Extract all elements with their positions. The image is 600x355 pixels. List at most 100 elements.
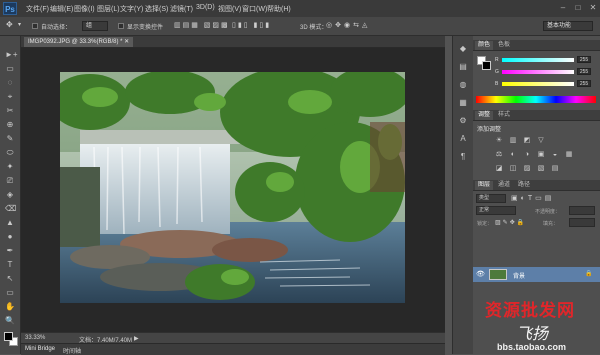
type-tool-icon[interactable]: T bbox=[5, 260, 15, 269]
menu-edit[interactable]: 编辑(E) bbox=[50, 4, 73, 14]
selective-color-icon[interactable]: ▤ bbox=[551, 165, 559, 173]
menu-window[interactable]: 窗口(W) bbox=[242, 4, 267, 14]
levels-icon[interactable]: ▥ bbox=[509, 137, 517, 145]
properties-panel-icon[interactable]: ⚙ bbox=[458, 116, 468, 126]
tab-styles[interactable]: 样式 bbox=[495, 111, 513, 120]
show-transform-checkbox[interactable] bbox=[118, 23, 124, 29]
align-icons[interactable]: ▥▤▦ ▧▨▩ bbox=[174, 21, 230, 29]
3d-panel-icon[interactable]: ◆ bbox=[458, 44, 468, 54]
hand-tool-icon[interactable]: ✋ bbox=[5, 302, 15, 311]
menu-type[interactable]: 文字(Y) bbox=[120, 4, 143, 14]
tab-swatches[interactable]: 色板 bbox=[495, 41, 513, 50]
vibrance-icon[interactable]: ⚖ bbox=[495, 151, 503, 159]
maximize-icon[interactable]: □ bbox=[571, 3, 585, 13]
dodge-tool-icon[interactable]: ● bbox=[5, 232, 15, 241]
photo-filter-icon[interactable]: ◒ bbox=[551, 151, 559, 159]
pen-tool-icon[interactable]: ✒ bbox=[5, 246, 15, 255]
history-brush-tool-icon[interactable]: ⎚ bbox=[5, 176, 15, 185]
tab-color[interactable]: 颜色 bbox=[475, 41, 494, 50]
tab-adjustments[interactable]: 调整 bbox=[475, 111, 494, 120]
invert-icon[interactable]: ◪ bbox=[495, 165, 503, 173]
lock-label: 锁定： bbox=[477, 221, 493, 227]
workspace-switcher[interactable]: 基本功能 bbox=[543, 21, 593, 31]
eraser-tool-icon[interactable]: ◈ bbox=[5, 190, 15, 199]
move-tool-icon[interactable]: ►+ bbox=[5, 50, 18, 59]
tab-channels[interactable]: 通道 bbox=[495, 181, 513, 190]
menu-filter[interactable]: 滤镜(T) bbox=[170, 4, 193, 14]
layer-row-background[interactable]: 👁 背景 🔒 bbox=[473, 267, 600, 282]
path-select-tool-icon[interactable]: ↖ bbox=[5, 274, 15, 283]
layer-thumbnail bbox=[489, 269, 507, 280]
minimize-icon[interactable]: – bbox=[556, 3, 570, 13]
marquee-tool-icon[interactable]: ▭ bbox=[5, 64, 15, 73]
layer-filter-icons[interactable]: ▣◐T▭▤ bbox=[511, 194, 554, 202]
menu-help[interactable]: 帮助(H) bbox=[267, 4, 291, 14]
status-menu-arrow-icon[interactable]: ▶ bbox=[134, 335, 139, 342]
histogram-panel-icon[interactable]: ▦ bbox=[458, 98, 468, 108]
shape-tool-icon[interactable]: ▭ bbox=[5, 288, 15, 297]
foreground-color-swatch[interactable] bbox=[4, 332, 13, 341]
layer-visibility-eye-icon[interactable]: 👁 bbox=[476, 270, 485, 278]
opacity-field[interactable] bbox=[569, 206, 595, 215]
3d-mode-icons[interactable]: ◎✥◉⇆◬ bbox=[326, 21, 370, 29]
r-slider[interactable] bbox=[502, 58, 574, 62]
blend-mode-dropdown[interactable]: 正常 bbox=[476, 206, 516, 215]
g-value[interactable]: 255 bbox=[577, 68, 591, 75]
layer-name[interactable]: 背景 bbox=[513, 271, 525, 280]
tool-preset-chevron-icon[interactable]: ▾ bbox=[18, 21, 21, 28]
healing-brush-tool-icon[interactable]: ✎ bbox=[5, 134, 15, 143]
document-tab-title: IMGP0392.JPG @ 33.3%(RGB/8) * bbox=[28, 39, 123, 45]
close-icon[interactable]: ✕ bbox=[586, 3, 600, 13]
zoom-level[interactable]: 33.33% bbox=[25, 335, 45, 341]
paragraph-panel-icon[interactable]: ¶ bbox=[458, 152, 468, 162]
opacity-label: 不透明度： bbox=[535, 209, 561, 215]
layer-filter-dropdown[interactable]: 类型 bbox=[476, 194, 506, 203]
tab-mini-bridge[interactable]: Mini Bridge bbox=[25, 346, 55, 352]
posterize-icon[interactable]: ◫ bbox=[509, 165, 517, 173]
move-tool-icon[interactable]: ✥ bbox=[6, 20, 13, 29]
lasso-tool-icon[interactable]: ◌ bbox=[5, 78, 15, 87]
menu-view[interactable]: 视图(V) bbox=[218, 4, 241, 14]
gradient-tool-icon[interactable]: ⌫ bbox=[5, 204, 16, 213]
gradient-map-icon[interactable]: ▧ bbox=[537, 165, 545, 173]
zoom-tool-icon[interactable]: 🔍 bbox=[5, 316, 15, 325]
hue-saturation-icon[interactable]: ◐ bbox=[509, 151, 517, 159]
curves-icon[interactable]: ◩ bbox=[523, 137, 531, 145]
eyedropper-tool-icon[interactable]: ⊕ bbox=[5, 120, 15, 129]
menu-3d[interactable]: 3D(D) bbox=[196, 4, 215, 11]
lock-icons[interactable]: ▨✎✥🔒 bbox=[495, 219, 526, 226]
document-photo[interactable] bbox=[60, 72, 405, 303]
b-slider[interactable] bbox=[502, 82, 574, 86]
brush-tool-icon[interactable]: ⬭ bbox=[5, 148, 15, 157]
navigator-panel-icon[interactable]: ◍ bbox=[458, 80, 468, 90]
g-slider[interactable] bbox=[502, 70, 574, 74]
menu-layer[interactable]: 图层(L) bbox=[97, 4, 120, 14]
distribute-icons[interactable]: ▯▮▯ ▮▯▮ bbox=[232, 21, 271, 29]
document-tab[interactable]: IMGP0392.JPG @ 33.3%(RGB/8) * ✕ bbox=[24, 37, 134, 47]
character-panel-icon[interactable]: A bbox=[458, 134, 468, 144]
close-tab-icon[interactable]: ✕ bbox=[124, 39, 129, 45]
r-value[interactable]: 255 bbox=[577, 56, 591, 63]
b-value[interactable]: 255 bbox=[577, 80, 591, 87]
auto-select-checkbox[interactable] bbox=[32, 23, 38, 29]
quick-select-tool-icon[interactable]: ⌖ bbox=[5, 92, 15, 101]
menu-image[interactable]: 图像(I) bbox=[74, 4, 95, 14]
auto-select-dropdown[interactable]: 组 bbox=[82, 21, 108, 31]
color-panel-bg-swatch[interactable] bbox=[482, 61, 491, 70]
blur-tool-icon[interactable]: ▲ bbox=[5, 218, 15, 227]
exposure-icon[interactable]: ▽ bbox=[537, 137, 545, 145]
tab-paths[interactable]: 路径 bbox=[515, 181, 533, 190]
fill-field[interactable] bbox=[569, 218, 595, 227]
brightness-contrast-icon[interactable]: ☀ bbox=[495, 137, 503, 145]
menu-file[interactable]: 文件(F) bbox=[26, 4, 49, 14]
tab-layers[interactable]: 图层 bbox=[475, 181, 494, 190]
black-white-icon[interactable]: ▣ bbox=[537, 151, 545, 159]
color-balance-icon[interactable]: ◑ bbox=[523, 151, 531, 159]
threshold-icon[interactable]: ▨ bbox=[523, 165, 531, 173]
menu-select[interactable]: 选择(S) bbox=[145, 4, 168, 14]
history-panel-icon[interactable]: ▤ bbox=[458, 62, 468, 72]
clone-stamp-tool-icon[interactable]: ✦ bbox=[5, 162, 15, 171]
color-spectrum-ramp[interactable] bbox=[476, 96, 596, 103]
crop-tool-icon[interactable]: ✂ bbox=[5, 106, 15, 115]
channel-mixer-icon[interactable]: ▦ bbox=[565, 151, 573, 159]
